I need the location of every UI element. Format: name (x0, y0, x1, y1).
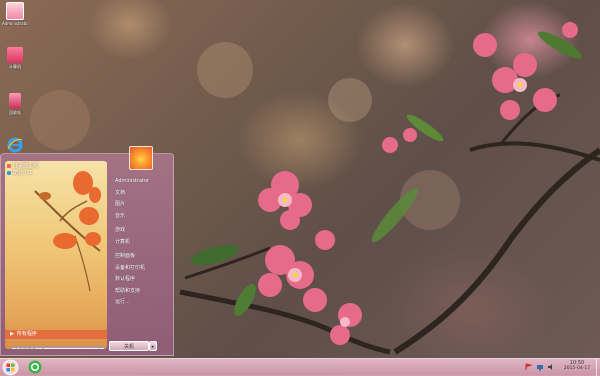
user-folder-icon (6, 2, 24, 20)
all-programs-button[interactable]: ▶ 所有程序 (5, 330, 107, 339)
start-menu-left-panel: 好桌面主题 酷云小工 ▶ 所有程序 (5, 161, 107, 349)
pinned-program-tool[interactable]: 酷云小工 (7, 170, 67, 177)
start-item-help-support[interactable]: 帮助和支持 (115, 286, 171, 298)
desktop-icon-label: 回收站 (9, 110, 21, 115)
desktop-icon-recycle-bin[interactable]: 回收站 (2, 93, 28, 116)
taskbar-app-icon[interactable] (28, 360, 42, 374)
user-account-picture[interactable] (129, 146, 153, 170)
pinned-program-theme[interactable]: 好桌面主题 (7, 163, 67, 170)
shutdown-button[interactable]: 关机 (109, 341, 149, 351)
pinned-program-label: 酷云小工 (13, 170, 34, 176)
search-input[interactable] (14, 348, 94, 349)
show-desktop-button[interactable] (596, 359, 600, 376)
shutdown-options-button[interactable]: ▸ (149, 341, 157, 351)
flag-icon[interactable] (525, 363, 533, 371)
start-menu-right-column: Administrator 文档 图片 音乐 游戏 计算机 控制面板 设备和打印… (115, 176, 171, 309)
chevron-right-icon: ▸ (151, 344, 155, 350)
theme-app-icon (7, 163, 11, 168)
computer-icon (7, 47, 23, 63)
taskbar: 10:50 2015-04-17 (0, 358, 600, 376)
network-icon[interactable] (536, 363, 544, 371)
pinned-programs: 好桌面主题 酷云小工 (7, 163, 67, 177)
start-item-games[interactable]: 游戏 (115, 225, 171, 237)
desktop-icon-label: 计算机 (9, 64, 21, 69)
start-item-default-programs[interactable]: 默认程序 (115, 274, 171, 286)
start-menu: 好桌面主题 酷云小工 ▶所有程序 Administrator 文档 图片 音乐 … (0, 146, 174, 356)
play-arrow-icon: ▶ (10, 331, 14, 337)
volume-icon[interactable] (547, 363, 555, 371)
desktop-icon-computer[interactable]: 计算机 (2, 47, 28, 70)
clock-date: 2015-04-17 (563, 366, 591, 371)
search-icon[interactable] (96, 348, 103, 349)
recycle-bin-icon (9, 93, 21, 109)
pinned-program-label: 好桌面主题 (13, 163, 39, 169)
desktop-icon-administrator[interactable]: Administrato... (2, 2, 28, 26)
all-programs-label: 所有程序 (16, 331, 37, 337)
start-orb-icon[interactable] (2, 359, 19, 376)
internet-explorer-icon (7, 137, 23, 153)
taskbar-clock[interactable]: 10:50 2015-04-17 (560, 360, 594, 372)
start-item-control-panel[interactable]: 控制面板 (115, 251, 171, 263)
start-search-box[interactable] (11, 347, 105, 349)
tool-app-icon (7, 170, 11, 175)
desktop-icon-label: Administrato... (2, 21, 28, 26)
start-item-computer[interactable]: 计算机 (115, 237, 171, 249)
start-item-devices-printers[interactable]: 设备和打印机 (115, 263, 171, 275)
start-item-run[interactable]: 运行... (115, 297, 171, 309)
start-item-user[interactable]: Administrator (115, 176, 171, 188)
start-item-music[interactable]: 音乐 (115, 211, 171, 223)
flower-artwork (34, 171, 101, 292)
start-item-pictures[interactable]: 图片 (115, 199, 171, 211)
start-item-documents[interactable]: 文档 (115, 188, 171, 200)
